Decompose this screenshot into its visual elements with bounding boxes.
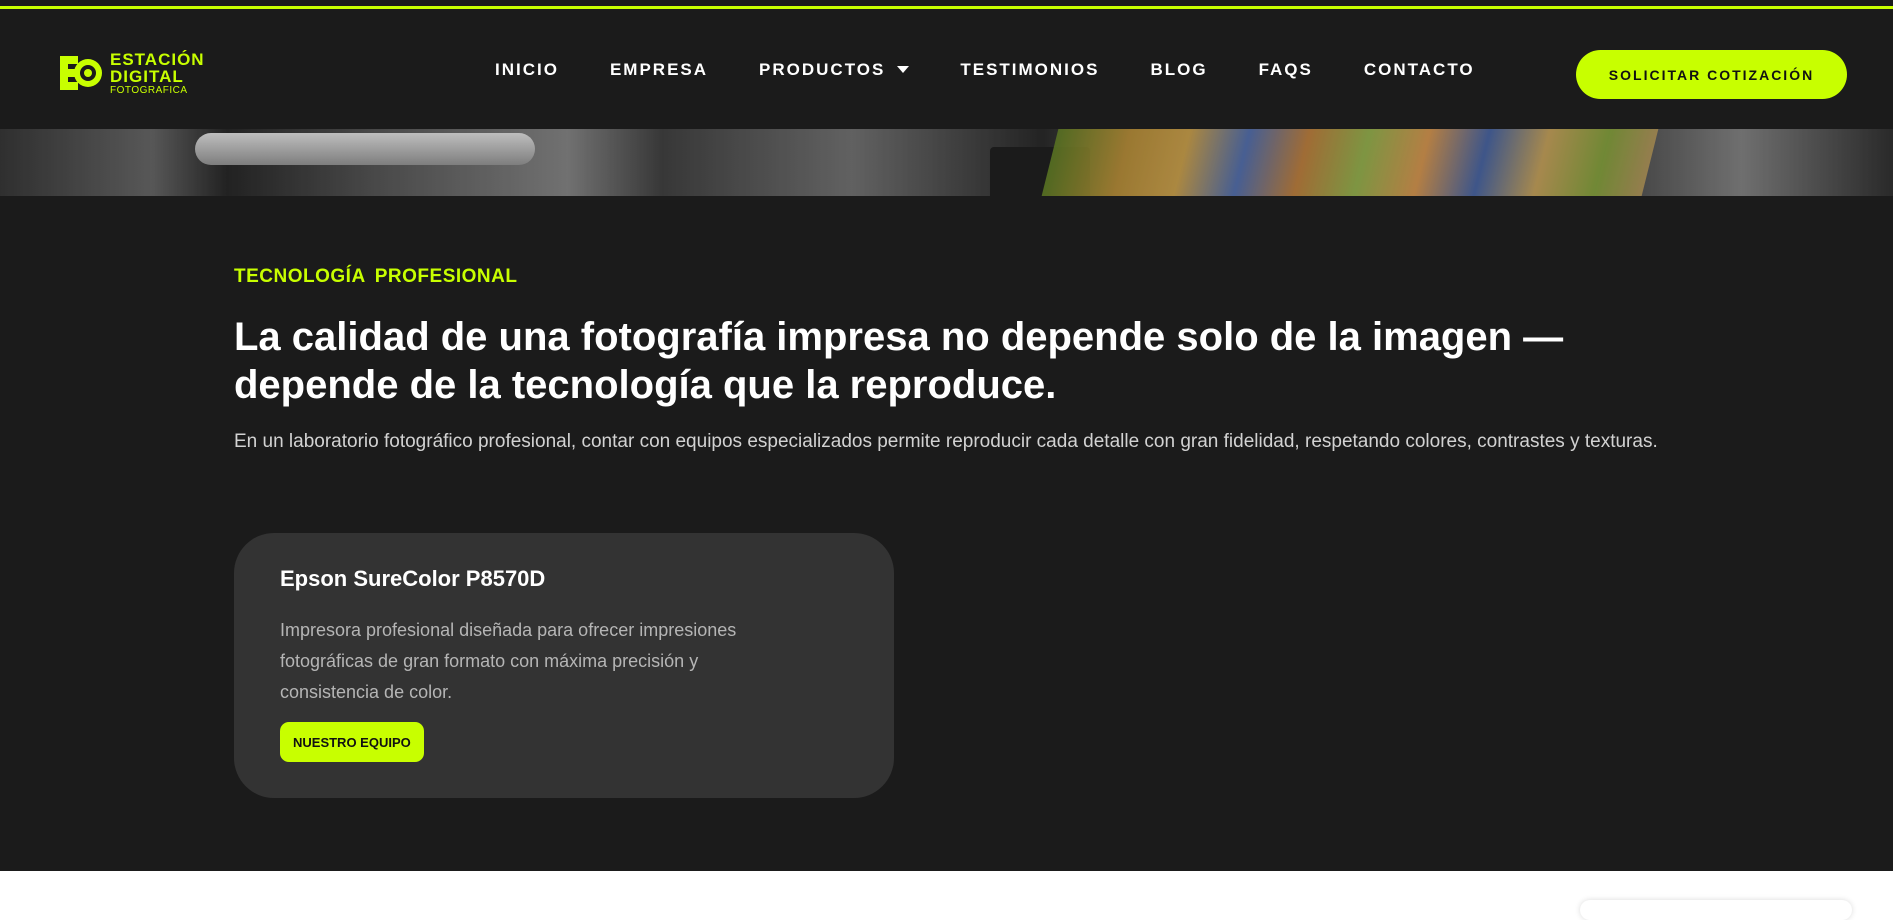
nav-item-label: FAQS [1258,59,1313,79]
logo-line-2: DIGITAL [110,66,184,86]
nav-item-label: TESTIMONIOS [960,59,1100,79]
nav-item-faqs[interactable]: FAQS [1259,60,1313,80]
floating-widget[interactable] [1580,900,1852,920]
hero-banner-image [0,129,1893,196]
nav-item-label: INICIO [495,59,559,79]
logo-line-1: ESTACIÓN [110,49,205,69]
card-description: Impresora profesional diseñada para ofre… [280,620,737,702]
our-equipment-button[interactable]: NUESTRO EQUIPO [280,722,424,762]
nav-item-empresa[interactable]: EMPRESA [610,60,708,80]
top-accent-line [0,0,1893,10]
technology-section: TECNOLOGÍA PROFESIONAL La calidad de una… [0,196,1893,871]
site-logo[interactable]: ESTACIÓN DIGITAL FOTOGRAFICA [58,50,205,96]
logo-mark-icon [60,56,102,90]
section-eyebrow: TECNOLOGÍA PROFESIONAL [234,266,518,287]
card-title: Epson SureColor P8570D [280,566,546,591]
nav-item-testimonios[interactable]: TESTIMONIOS [960,60,1099,80]
nav-item-inicio[interactable]: INICIO [495,60,559,80]
nav-item-blog[interactable]: BLOG [1150,60,1207,80]
section-lead: En un laboratorio fotográfico profesiona… [234,431,1658,452]
logo-wordmark: ESTACIÓN DIGITAL FOTOGRAFICA [110,51,205,96]
nav-item-label: EMPRESA [609,59,709,79]
nav-item-contacto[interactable]: CONTACTO [1364,60,1475,80]
nav-item-label: BLOG [1150,59,1208,79]
main-nav: INICIO EMPRESA PRODUCTOS TESTIMONIOS BLO… [495,10,1526,129]
site-header: ESTACIÓN DIGITAL FOTOGRAFICA INICIO EMPR… [0,10,1893,129]
caret-down-icon [897,66,910,73]
nav-item-productos[interactable]: PRODUCTOS [759,59,910,80]
nav-item-label: PRODUCTOS [759,59,886,79]
equipment-card: Epson SureColor P8570D Impresora profesi… [234,533,894,798]
request-quote-button[interactable]: SOLICITAR COTIZACIÓN [1576,50,1847,99]
logo-line-3: FOTOGRAFICA [110,84,188,96]
section-headline: La calidad de una fotografía impresa no … [234,315,1564,407]
nav-item-label: CONTACTO [1363,59,1475,79]
banner-shade [0,129,1893,196]
